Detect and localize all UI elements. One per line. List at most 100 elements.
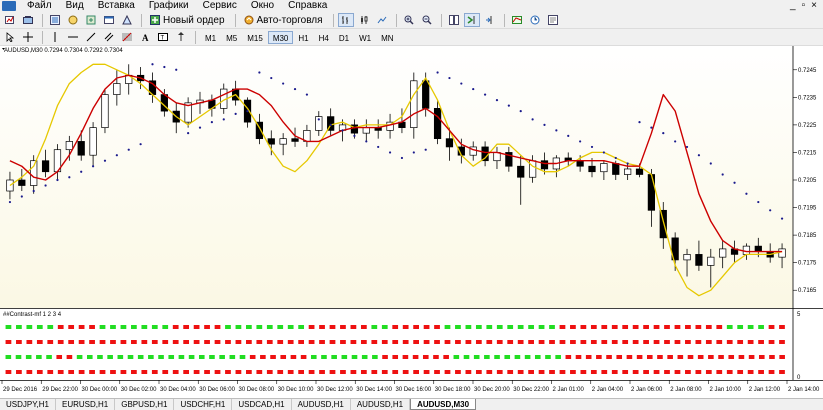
signal-red-mark [329, 340, 336, 344]
zoom-in-button[interactable] [401, 13, 417, 27]
auto-scroll-button[interactable] [463, 13, 480, 27]
sar-dot [602, 151, 605, 154]
chart-shift-button[interactable] [482, 13, 498, 27]
zoom-out-button[interactable] [419, 13, 435, 27]
close-button[interactable]: × [811, 0, 817, 11]
signal-red-mark [340, 325, 346, 329]
navigator-button[interactable] [83, 13, 99, 27]
horizontal-line-button[interactable] [65, 30, 81, 44]
timeframe-h4[interactable]: H4 [314, 31, 334, 44]
tab-audusd-h1-2[interactable]: AUDUSD,H1 [351, 399, 411, 410]
indicator-pane-background [0, 310, 793, 380]
channel-icon [104, 32, 114, 42]
time-tick-label: 2 Jan 06:00 [631, 387, 663, 393]
signal-green-mark [473, 355, 480, 359]
signal-red-mark [290, 355, 297, 359]
signal-red-mark [89, 370, 95, 374]
minimize-button[interactable]: _ [790, 0, 796, 11]
signal-green-mark [351, 355, 358, 359]
menu-window[interactable]: Окно [244, 0, 281, 12]
templates-button[interactable] [545, 13, 561, 27]
tab-usdcad-h1[interactable]: USDCAD,H1 [232, 399, 292, 410]
signal-red-mark [162, 370, 169, 374]
signal-red-mark [141, 370, 148, 374]
sar-dot [780, 217, 784, 220]
timeframe-d1[interactable]: D1 [334, 31, 354, 44]
timeframe-w1[interactable]: W1 [354, 31, 376, 44]
bull-candle [719, 248, 727, 258]
toolbar-separator [332, 13, 334, 27]
timeframe-m30[interactable]: M30 [267, 30, 294, 44]
menu-view[interactable]: Вид [59, 0, 91, 12]
bull-candle [101, 94, 109, 128]
signal-red-mark [47, 340, 54, 344]
signal-red-mark [172, 340, 179, 344]
menu-bar: Файл Вид Вставка Графики Сервис Окно Спр… [0, 0, 823, 12]
terminal-button[interactable] [101, 13, 117, 27]
chart-window[interactable]: 0.7245 0.7235 0.7225 0.7215 0.7205 0.7195 0.71… [0, 46, 823, 398]
data-window-button[interactable] [65, 13, 81, 27]
new-chart-button[interactable] [2, 13, 18, 27]
text-label-button[interactable]: T [155, 30, 171, 44]
indicator-axis-max: 5 [797, 312, 801, 318]
profiles-button[interactable] [20, 13, 36, 27]
signal-red-mark [580, 370, 587, 374]
signal-red-mark [570, 370, 576, 374]
periods-button[interactable] [527, 13, 543, 27]
menu-insert[interactable]: Вставка [91, 0, 142, 12]
indicators-button[interactable] [509, 13, 525, 27]
menu-charts[interactable]: Графики [142, 0, 196, 12]
tile-windows-button[interactable] [446, 13, 462, 27]
signal-green-mark [549, 325, 555, 329]
menu-file[interactable]: Файл [20, 0, 59, 12]
line-chart-button[interactable] [374, 13, 390, 27]
tab-audusd-m30[interactable]: AUDUSD,M30 [410, 399, 477, 410]
new-order-button[interactable]: Новый ордер [146, 13, 229, 27]
signal-red-mark [643, 370, 649, 374]
tab-gbpusd-h1[interactable]: GBPUSD,H1 [115, 399, 175, 410]
crosshair-button[interactable] [20, 30, 36, 44]
fibonacci-button[interactable] [119, 30, 135, 44]
restore-button[interactable]: ▫ [802, 0, 806, 11]
tab-usdjpy-h1[interactable]: USDJPY,H1 [0, 399, 56, 410]
signal-red-mark [99, 370, 106, 374]
cursor-button[interactable] [2, 30, 18, 44]
signal-green-mark [486, 325, 493, 329]
bar-chart-button[interactable] [337, 13, 354, 27]
signal-red-mark [664, 325, 670, 329]
vertical-line-button[interactable] [47, 30, 63, 44]
horizontal-line-icon [68, 36, 78, 38]
tab-usdchf-h1[interactable]: USDCHF,H1 [174, 399, 233, 410]
bear-candle [445, 138, 454, 148]
signal-green-mark [528, 325, 534, 329]
timeframe-m15[interactable]: M15 [242, 31, 268, 44]
autotrading-button[interactable]: Авто-торговля [240, 13, 327, 27]
trendline-button[interactable] [83, 30, 99, 44]
tab-audusd-h1[interactable]: AUDUSD,H1 [292, 399, 351, 410]
signal-red-mark [141, 340, 148, 344]
signal-green-mark [266, 325, 273, 329]
arrows-button[interactable] [173, 30, 189, 44]
sar-dot [709, 162, 712, 165]
signal-red-mark [433, 355, 439, 359]
price-tick-label: 0.7165 [798, 288, 817, 294]
sar-dot [210, 121, 213, 124]
menu-help[interactable]: Справка [281, 0, 334, 12]
strategy-tester-button[interactable] [119, 13, 135, 27]
market-watch-button[interactable] [47, 13, 63, 27]
signal-red-mark [56, 355, 63, 359]
text-button[interactable]: A [137, 30, 153, 44]
chart-header: AUDUSD,M30 0.7294 0.7304 0.7292 0.7304 [4, 48, 123, 54]
signal-green-mark [107, 355, 113, 359]
time-tick-label: 30 Dec 08:00 [239, 387, 275, 393]
signal-red-mark [622, 370, 629, 374]
equidistant-channel-button[interactable] [101, 30, 117, 44]
price-chart[interactable]: 0.7245 0.7235 0.7225 0.7215 0.7205 0.7195 0.71… [0, 46, 823, 398]
menu-tools[interactable]: Сервис [196, 0, 244, 12]
timeframe-h1[interactable]: H1 [293, 31, 313, 44]
timeframe-mn[interactable]: MN [376, 31, 398, 44]
timeframe-m5[interactable]: M5 [221, 31, 242, 44]
tab-eurusd-h1[interactable]: EURUSD,H1 [56, 399, 116, 410]
timeframe-m1[interactable]: M1 [200, 31, 221, 44]
candlestick-button[interactable] [356, 13, 372, 27]
